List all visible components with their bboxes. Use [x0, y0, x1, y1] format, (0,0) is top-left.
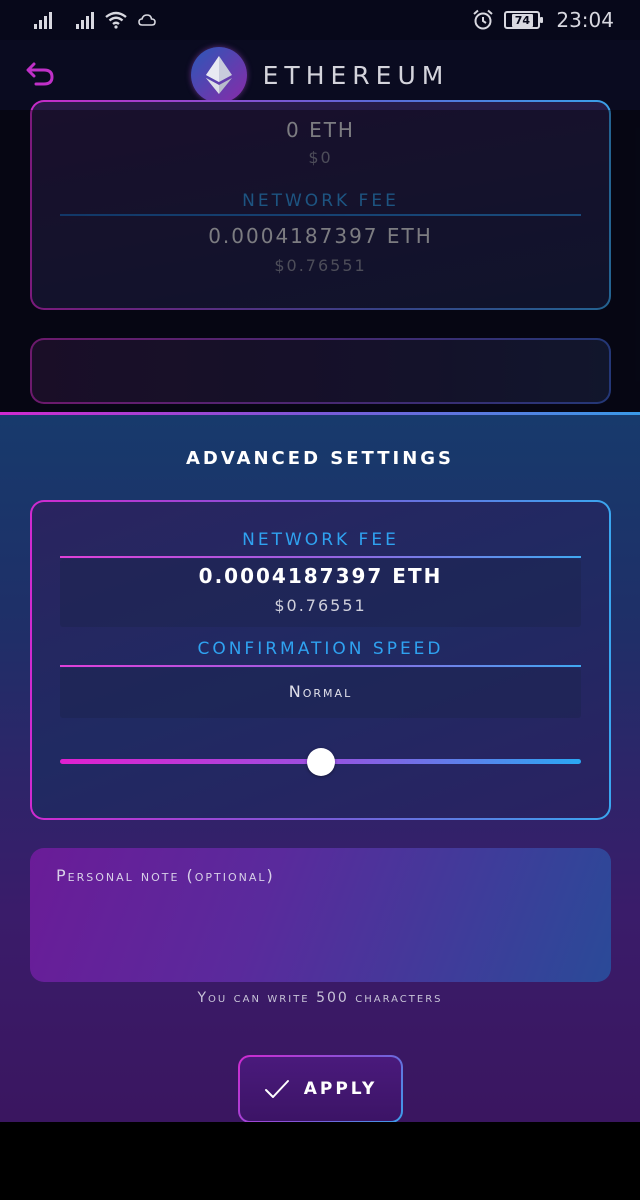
personal-note-input[interactable]: Personal note (optional)	[30, 848, 611, 982]
network-fee-usd: $0.76551	[274, 596, 367, 615]
character-limit-hint: You can write 500 characters	[197, 990, 443, 1006]
advanced-card: NETWORK FEE 0.0004187397 ETH $0.76551 CO…	[30, 500, 611, 820]
confirmation-speed-value: Normal	[288, 682, 353, 701]
navigation-bar	[0, 1122, 640, 1200]
summary-card: 0 ETH $0 NETWORK FEE 0.0004187397 ETH $0…	[30, 100, 611, 310]
empty-card[interactable]	[30, 338, 611, 404]
sheet-title: ADVANCED SETTINGS	[185, 448, 455, 469]
note-placeholder: Personal note (optional)	[56, 866, 275, 885]
ethereum-logo-icon	[190, 47, 247, 103]
battery-level: 74	[511, 13, 534, 27]
sheet-top-border	[0, 412, 640, 415]
network-fee-label: NETWORK FEE	[242, 530, 399, 550]
network-fee-usd: $0.76551	[274, 256, 367, 275]
apply-button[interactable]: APPLY	[238, 1055, 403, 1123]
signal-icon	[34, 11, 52, 29]
back-button[interactable]	[22, 60, 58, 90]
apply-label: APPLY	[303, 1079, 378, 1099]
divider	[60, 556, 581, 558]
network-fee-label: NETWORK FEE	[242, 191, 399, 211]
clock: 23:04	[556, 8, 614, 32]
status-bar: 74 23:04	[0, 0, 640, 40]
confirmation-speed-label: CONFIRMATION SPEED	[197, 639, 444, 659]
cloud-icon	[138, 13, 156, 27]
network-fee-value: 0.0004187397 ETH	[198, 564, 443, 588]
page-title: ETHEREUM	[262, 60, 450, 90]
wifi-icon	[104, 11, 128, 29]
battery-icon: 74	[504, 11, 544, 29]
amount-eth: 0 ETH	[286, 118, 355, 142]
back-arrow-icon	[26, 62, 54, 86]
signal-icon	[76, 11, 94, 29]
check-icon	[264, 1080, 289, 1098]
alarm-icon	[472, 9, 494, 31]
divider	[60, 214, 581, 216]
divider	[60, 665, 581, 667]
speed-slider-thumb[interactable]	[306, 748, 335, 776]
network-fee-value: 0.0004187397 ETH	[208, 224, 433, 248]
amount-usd: $0	[308, 148, 333, 167]
